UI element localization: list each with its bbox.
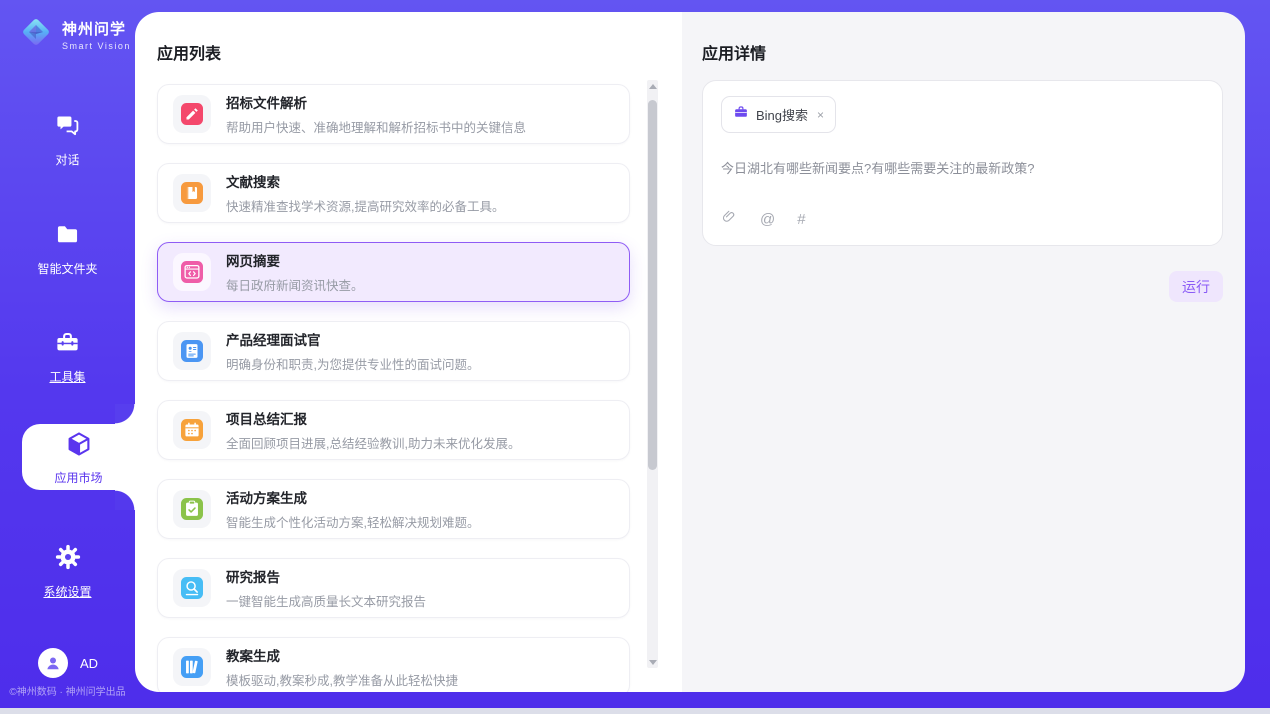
app-title: 研究报告	[226, 566, 426, 586]
cube-icon	[64, 429, 94, 464]
list-scrollbar[interactable]	[647, 80, 658, 668]
briefcase-icon	[733, 104, 749, 125]
brand-diamond-icon	[18, 14, 54, 55]
app-list: 招标文件解析 帮助用户快速、准确地理解和解析招标书中的关键信息 文献搜索 快速精…	[157, 84, 630, 692]
app-card-bid-parse[interactable]: 招标文件解析 帮助用户快速、准确地理解和解析招标书中的关键信息	[157, 84, 630, 144]
user-name: AD	[80, 656, 98, 671]
run-button[interactable]: 运行	[1169, 271, 1223, 302]
sidebar: 神州问学 Smart Vision 对话 智能文件夹	[0, 0, 135, 714]
scrollbar-down-icon[interactable]	[647, 656, 658, 668]
calendar-icon	[173, 411, 211, 449]
user-account[interactable]: AD	[38, 648, 98, 678]
sidebar-item-label: 系统设置	[43, 583, 91, 600]
resume-icon	[173, 332, 211, 370]
content-area: 应用列表 招标文件解析 帮助用户快速、准确地理解和解析招标书中的关键信息	[135, 12, 1245, 692]
app-title: 文献搜索	[226, 171, 504, 191]
app-desc: 快速精准查找学术资源,提高研究效率的必备工具。	[226, 196, 504, 215]
app-desc: 帮助用户快速、准确地理解和解析招标书中的关键信息	[226, 117, 526, 136]
app-card-web-summary[interactable]: 网页摘要 每日政府新闻资讯快查。	[157, 242, 630, 302]
app-title: 网页摘要	[226, 250, 364, 270]
bottom-edge	[0, 708, 1270, 714]
app-title: 活动方案生成	[226, 487, 479, 507]
app-desc: 明确身份和职责,为您提供专业性的面试问题。	[226, 354, 479, 373]
clipboard-check-icon	[173, 490, 211, 528]
folder-icon	[54, 221, 81, 253]
app-title: 产品经理面试官	[226, 329, 479, 349]
paperclip-icon[interactable]	[721, 208, 738, 230]
app-desc: 全面回顾项目进展,总结经验教训,助力未来优化发展。	[226, 433, 520, 452]
toolbox-icon	[54, 329, 81, 361]
scrollbar-up-icon[interactable]	[647, 80, 658, 92]
brand-name: 神州问学	[62, 18, 131, 39]
microscope-icon	[173, 569, 211, 607]
avatar	[38, 648, 68, 678]
app-list-panel: 应用列表 招标文件解析 帮助用户快速、准确地理解和解析招标书中的关键信息	[135, 12, 682, 692]
app-list-title: 应用列表	[157, 40, 221, 64]
books-icon	[173, 648, 211, 686]
mention-icon[interactable]: @	[760, 211, 775, 228]
attachment-toolbar: @ #	[721, 208, 1204, 230]
close-icon[interactable]: ×	[817, 108, 824, 122]
app-title: 项目总结汇报	[226, 408, 520, 428]
sidebar-item-label: 应用市场	[54, 469, 102, 486]
prompt-card: Bing搜索 × 今日湖北有哪些新闻要点?有哪些需要关注的最新政策? @ #	[702, 80, 1223, 246]
sidebar-item-label: 工具集	[49, 368, 85, 385]
app-detail-panel: 应用详情 Bing搜索 × 今日湖北有哪些新闻要点?有哪些需要关注的最新政策?	[682, 12, 1245, 692]
app-desc: 智能生成个性化活动方案,轻松解决规划难题。	[226, 512, 479, 531]
app-card-lesson-plan[interactable]: 教案生成 模板驱动,教案秒成,教学准备从此轻松快捷	[157, 637, 630, 692]
app-desc: 一键智能生成高质量长文本研究报告	[226, 591, 426, 610]
sidebar-item-app-market[interactable]: 应用市场	[22, 424, 135, 490]
app-title: 教案生成	[226, 645, 458, 665]
app-card-research-report[interactable]: 研究报告 一键智能生成高质量长文本研究报告	[157, 558, 630, 618]
sidebar-item-label: 对话	[55, 151, 79, 168]
sidebar-item-smart-folder[interactable]: 智能文件夹	[0, 221, 135, 277]
app-desc: 每日政府新闻资讯快查。	[226, 275, 364, 294]
brand-subtitle: Smart Vision	[62, 41, 131, 51]
app-desc: 模板驱动,教案秒成,教学准备从此轻松快捷	[226, 670, 458, 689]
brand-logo: 神州问学 Smart Vision	[18, 14, 131, 55]
app-card-literature-search[interactable]: 文献搜索 快速精准查找学术资源,提高研究效率的必备工具。	[157, 163, 630, 223]
scrollbar-thumb[interactable]	[648, 100, 657, 470]
app-card-pm-interviewer[interactable]: 产品经理面试官 明确身份和职责,为您提供专业性的面试问题。	[157, 321, 630, 381]
app-card-event-plan[interactable]: 活动方案生成 智能生成个性化活动方案,轻松解决规划难题。	[157, 479, 630, 539]
app-detail-title: 应用详情	[702, 40, 766, 64]
tool-chip-label: Bing搜索	[756, 105, 808, 124]
gear-icon	[54, 543, 82, 576]
prompt-text-input[interactable]: 今日湖北有哪些新闻要点?有哪些需要关注的最新政策?	[721, 159, 1204, 208]
book-icon	[173, 174, 211, 212]
hashtag-icon[interactable]: #	[797, 211, 805, 228]
app-title: 招标文件解析	[226, 92, 526, 112]
copyright-footer: ©神州数码 · 神州问学出品	[0, 683, 135, 698]
sidebar-item-label: 智能文件夹	[37, 260, 97, 277]
edit-document-icon	[173, 95, 211, 133]
sidebar-item-chat[interactable]: 对话	[0, 112, 135, 168]
sidebar-item-settings[interactable]: 系统设置	[0, 543, 135, 600]
chat-icon	[54, 112, 81, 144]
sidebar-item-toolbox[interactable]: 工具集	[0, 329, 135, 385]
web-browser-icon	[173, 253, 211, 291]
app-window: 神州问学 Smart Vision 对话 智能文件夹	[0, 0, 1270, 714]
app-card-project-summary[interactable]: 项目总结汇报 全面回顾项目进展,总结经验教训,助力未来优化发展。	[157, 400, 630, 460]
tool-chip-bing-search[interactable]: Bing搜索 ×	[721, 96, 836, 133]
